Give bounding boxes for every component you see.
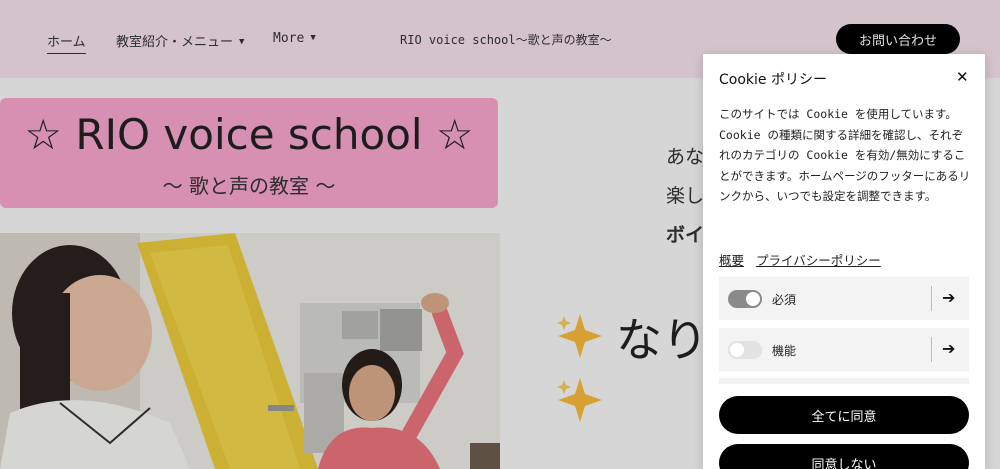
toggle-knob — [730, 343, 744, 357]
divider — [931, 286, 932, 311]
cookie-category-functional[interactable]: 機能 ➔ — [719, 328, 969, 371]
reject-button[interactable]: 同意しない — [719, 444, 969, 469]
required-toggle[interactable] — [728, 290, 762, 308]
toggle-knob — [746, 292, 760, 306]
category-label: 機能 — [772, 344, 797, 358]
privacy-policy-link[interactable]: プライバシーポリシー — [756, 250, 881, 269]
divider — [931, 337, 932, 362]
cookie-category-more — [719, 378, 969, 384]
accept-all-button[interactable]: 全てに同意 — [719, 396, 969, 434]
summary-link[interactable]: 概要 — [719, 250, 744, 269]
arrow-right-icon[interactable]: ➔ — [942, 288, 955, 307]
close-icon[interactable]: ✕ — [956, 68, 969, 86]
cookie-description: このサイトでは Cookie を使用しています。Cookie の種類に関する詳細… — [719, 107, 971, 203]
functional-toggle[interactable] — [728, 341, 762, 359]
cookie-policy-dialog: Cookie ポリシー ✕ このサイトでは Cookie を使用しています。Co… — [703, 54, 985, 469]
cookie-dialog-title: Cookie ポリシー — [719, 72, 827, 88]
category-label: 必須 — [772, 293, 797, 307]
cookie-category-required[interactable]: 必須 ➔ — [719, 277, 969, 320]
arrow-right-icon[interactable]: ➔ — [942, 339, 955, 358]
